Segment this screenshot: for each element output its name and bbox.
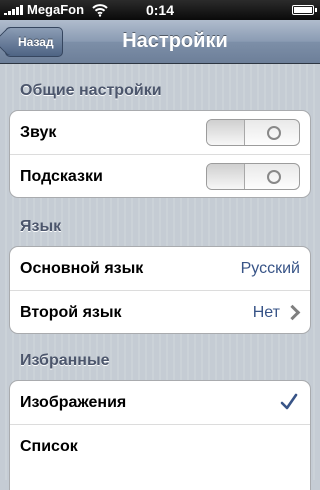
section-header-language: Язык	[20, 218, 62, 235]
section-header-general: Общие настройки	[20, 82, 162, 99]
settings-row-images[interactable]: Изображения	[10, 381, 310, 425]
secondary-language-value: Нет	[252, 304, 280, 321]
toggle-off-icon	[267, 126, 281, 140]
primary-language-value: Русский	[240, 260, 300, 277]
settings-row-list[interactable]: Список	[10, 425, 310, 469]
row-label: Звук	[20, 124, 57, 141]
settings-group-language: Основной язык Русский Второй язык Нет	[9, 246, 311, 334]
settings-row-hints: Подсказки	[10, 155, 310, 197]
row-label: Подсказки	[20, 168, 103, 185]
battery-tip	[315, 8, 317, 12]
settings-group-general: Звук Подсказки	[9, 110, 311, 198]
status-bar: MegaFon 0:14	[0, 0, 320, 20]
row-label: Изображения	[20, 394, 127, 411]
settings-row-secondary-language[interactable]: Второй язык Нет	[10, 291, 310, 333]
row-label: Список	[20, 438, 78, 455]
toggle-knob	[207, 120, 245, 145]
settings-content[interactable]: Общие настройки Звук Подсказки Язык Осно…	[0, 64, 320, 490]
back-button[interactable]: Назад	[5, 27, 63, 57]
checkmark-icon	[280, 393, 298, 410]
row-label: Основной язык	[20, 260, 144, 277]
settings-row-primary-language[interactable]: Основной язык Русский	[10, 247, 310, 291]
toggle-off-icon	[267, 170, 281, 184]
chevron-right-icon	[284, 304, 301, 321]
clock: 0:14	[145, 2, 175, 18]
battery-fill	[294, 7, 312, 13]
settings-group-favorites: Изображения Список	[9, 380, 311, 490]
row-label: Второй язык	[20, 304, 122, 321]
settings-row-sound: Звук	[10, 111, 310, 155]
navigation-bar: Назад Настройки	[0, 20, 320, 64]
toggle-knob	[207, 164, 245, 189]
hints-toggle[interactable]	[206, 163, 300, 190]
section-header-favorites: Избранные	[20, 352, 110, 369]
battery-icon	[292, 5, 314, 15]
page-title: Настройки	[122, 30, 228, 52]
sound-toggle[interactable]	[206, 119, 300, 146]
